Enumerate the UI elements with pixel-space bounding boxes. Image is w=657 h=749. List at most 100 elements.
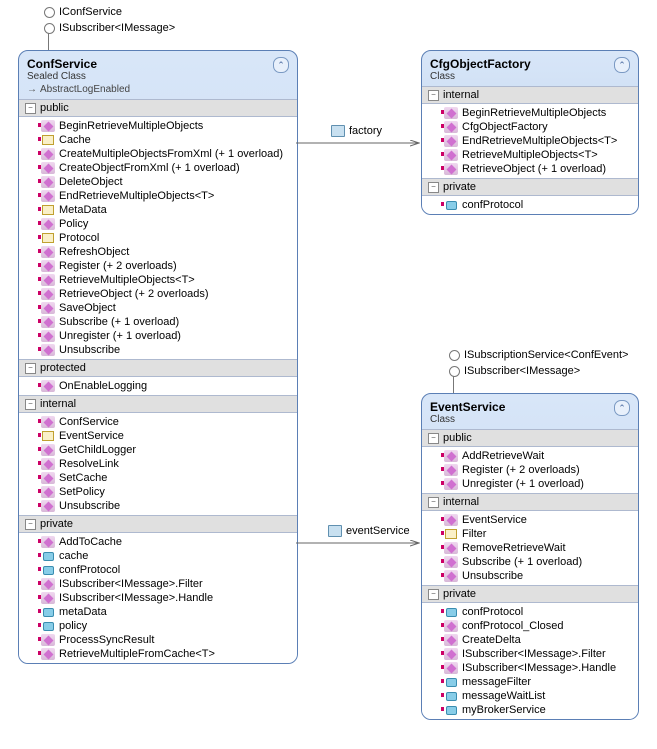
class-name: CfgObjectFactory: [430, 57, 630, 71]
member-item[interactable]: Unregister (+ 1 overload): [422, 477, 638, 491]
member-item[interactable]: RemoveRetrieveWait: [422, 541, 638, 555]
member-item[interactable]: Register (+ 2 overloads): [19, 259, 297, 273]
member-name: confProtocol: [462, 606, 523, 618]
expand-icon[interactable]: −: [428, 433, 439, 444]
member-item[interactable]: messageFilter: [422, 675, 638, 689]
member-item[interactable]: RetrieveMultipleObjects<T>: [19, 273, 297, 287]
member-item[interactable]: Subscribe (+ 1 overload): [19, 315, 297, 329]
member-item[interactable]: Policy: [19, 217, 297, 231]
member-item[interactable]: AddToCache: [19, 535, 297, 549]
member-name: metaData: [59, 606, 107, 618]
member-item[interactable]: EventService: [422, 513, 638, 527]
member-item[interactable]: RetrieveObject (+ 1 overload): [422, 162, 638, 176]
class-cfgobjectfactory[interactable]: CfgObjectFactory Class ⌃ −internal BeginR…: [421, 50, 639, 215]
section-header-public[interactable]: −public: [422, 429, 638, 447]
member-name: RetrieveMultipleObjects<T>: [59, 274, 195, 286]
member-item[interactable]: Unsubscribe: [19, 499, 297, 513]
member-item[interactable]: confProtocol: [19, 563, 297, 577]
member-name: Unsubscribe: [59, 344, 120, 356]
member-item[interactable]: Register (+ 2 overloads): [422, 463, 638, 477]
member-item[interactable]: ConfService: [19, 415, 297, 429]
member-item[interactable]: CreateObjectFromXml (+ 1 overload): [19, 161, 297, 175]
section-header-private[interactable]: −private: [422, 178, 638, 196]
expand-icon[interactable]: −: [428, 497, 439, 508]
member-item[interactable]: SetCache: [19, 471, 297, 485]
member-item[interactable]: RetrieveMultipleObjects<T>: [422, 148, 638, 162]
method-icon: [41, 500, 55, 512]
member-item[interactable]: RetrieveObject (+ 2 overloads): [19, 287, 297, 301]
member-item[interactable]: ISubscriber<IMessage>.Handle: [19, 591, 297, 605]
member-item[interactable]: messageWaitList: [422, 689, 638, 703]
member-item[interactable]: SaveObject: [19, 301, 297, 315]
class-eventservice[interactable]: EventService Class ⌃ −publicAddRetrieveW…: [421, 393, 639, 720]
member-item[interactable]: RetrieveMultipleFromCache<T>: [19, 647, 297, 661]
member-item[interactable]: metaData: [19, 605, 297, 619]
method-icon: [41, 592, 55, 604]
member-item[interactable]: ISubscriber<IMessage>.Handle: [422, 661, 638, 675]
member-item[interactable]: confProtocol: [422, 198, 638, 212]
member-item[interactable]: Filter: [422, 527, 638, 541]
expand-icon[interactable]: −: [25, 103, 36, 114]
member-item[interactable]: policy: [19, 619, 297, 633]
section-header-public[interactable]: −public: [19, 99, 297, 117]
member-name: SaveObject: [59, 302, 116, 314]
collapse-button[interactable]: ⌃: [614, 57, 630, 73]
member-name: confProtocol_Closed: [462, 620, 564, 632]
field-icon: [444, 606, 458, 618]
member-item[interactable]: EndRetrieveMultipleObjects<T>: [19, 189, 297, 203]
member-item[interactable]: confProtocol_Closed: [422, 619, 638, 633]
member-item[interactable]: BeginRetrieveMultipleObjects: [422, 106, 638, 120]
member-item[interactable]: Unsubscribe: [422, 569, 638, 583]
member-item[interactable]: OnEnableLogging: [19, 379, 297, 393]
section-header-internal[interactable]: −internal: [422, 493, 638, 511]
member-item[interactable]: BeginRetrieveMultipleObjects: [19, 119, 297, 133]
member-item[interactable]: RefreshObject: [19, 245, 297, 259]
association-eventservice: eventService: [328, 525, 410, 537]
expand-icon[interactable]: −: [25, 399, 36, 410]
member-item[interactable]: EndRetrieveMultipleObjects<T>: [422, 134, 638, 148]
member-item[interactable]: Unsubscribe: [19, 343, 297, 357]
member-item[interactable]: AddRetrieveWait: [422, 449, 638, 463]
section-header-private[interactable]: −private: [422, 585, 638, 603]
member-item[interactable]: ISubscriber<IMessage>.Filter: [19, 577, 297, 591]
section-header-protected[interactable]: −protected: [19, 359, 297, 377]
member-name: confProtocol: [462, 199, 523, 211]
expand-icon[interactable]: −: [25, 363, 36, 374]
member-item[interactable]: DeleteObject: [19, 175, 297, 189]
method-icon: [41, 162, 55, 174]
member-item[interactable]: ISubscriber<IMessage>.Filter: [422, 647, 638, 661]
member-item[interactable]: CfgObjectFactory: [422, 120, 638, 134]
member-item[interactable]: ResolveLink: [19, 457, 297, 471]
member-item[interactable]: GetChildLogger: [19, 443, 297, 457]
member-item[interactable]: SetPolicy: [19, 485, 297, 499]
method-icon: [444, 107, 458, 119]
member-item[interactable]: EventService: [19, 429, 297, 443]
expand-icon[interactable]: −: [428, 90, 439, 101]
member-item[interactable]: MetaData: [19, 203, 297, 217]
member-item[interactable]: cache: [19, 549, 297, 563]
section-header-internal[interactable]: −internal: [422, 86, 638, 104]
member-name: Subscribe (+ 1 overload): [462, 556, 582, 568]
method-icon: [41, 288, 55, 300]
member-item[interactable]: Cache: [19, 133, 297, 147]
member-item[interactable]: CreateMultipleObjectsFromXml (+ 1 overlo…: [19, 147, 297, 161]
member-item[interactable]: myBrokerService: [422, 703, 638, 717]
section-header-internal[interactable]: −internal: [19, 395, 297, 413]
class-kind: Class: [430, 71, 630, 82]
collapse-button[interactable]: ⌃: [273, 57, 289, 73]
collapse-button[interactable]: ⌃: [614, 400, 630, 416]
expand-icon[interactable]: −: [428, 589, 439, 600]
lollipop-ball-icon: [449, 350, 460, 361]
member-name: Register (+ 2 overloads): [462, 464, 580, 476]
member-item[interactable]: Unregister (+ 1 overload): [19, 329, 297, 343]
member-item[interactable]: confProtocol: [422, 605, 638, 619]
member-item[interactable]: Subscribe (+ 1 overload): [422, 555, 638, 569]
expand-icon[interactable]: −: [428, 182, 439, 193]
method-icon: [444, 620, 458, 632]
section-header-private[interactable]: −private: [19, 515, 297, 533]
member-item[interactable]: ProcessSyncResult: [19, 633, 297, 647]
member-item[interactable]: Protocol: [19, 231, 297, 245]
class-confservice[interactable]: ConfService Sealed Class →AbstractLogEna…: [18, 50, 298, 664]
member-item[interactable]: CreateDelta: [422, 633, 638, 647]
expand-icon[interactable]: −: [25, 519, 36, 530]
